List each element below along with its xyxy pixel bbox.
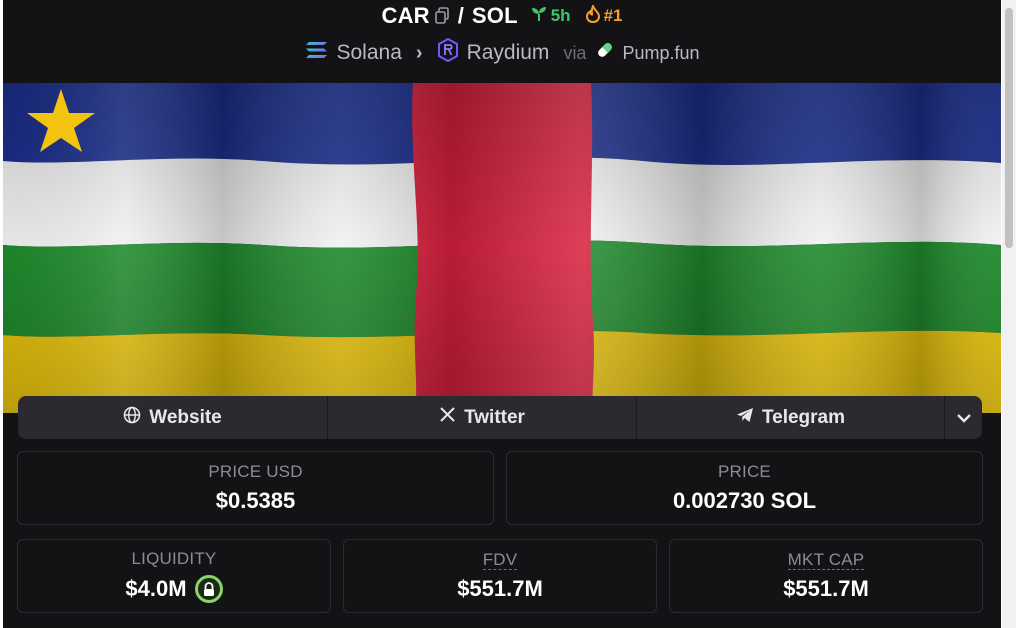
price-usd-label: PRICE USD bbox=[208, 462, 303, 481]
chevron-down-icon bbox=[956, 407, 972, 429]
pair-age: 5h bbox=[550, 6, 571, 25]
market-cap-card: MKT CAP $551.7M bbox=[669, 539, 983, 613]
scrollbar[interactable] bbox=[1002, 0, 1016, 628]
price-usd-value: $0.5385 bbox=[215, 488, 296, 513]
chevron-right-icon: › bbox=[415, 41, 423, 64]
price-native-label: PRICE bbox=[718, 462, 771, 481]
base-symbol: CAR bbox=[381, 3, 430, 28]
more-links-button[interactable] bbox=[945, 396, 982, 439]
copy-icon[interactable] bbox=[434, 7, 450, 25]
pair-header: CAR / SOL 5h #1 Solana › Raydium via Pum… bbox=[3, 0, 1001, 83]
website-button[interactable]: Website bbox=[18, 396, 328, 439]
lock-icon[interactable] bbox=[194, 575, 223, 603]
pill-icon bbox=[596, 41, 614, 65]
price-native-card: PRICE 0.002730 SOL bbox=[506, 451, 983, 525]
website-label: Website bbox=[149, 406, 222, 428]
fdv-card: FDV $551.7M bbox=[343, 539, 657, 613]
liquidity-label: LIQUIDITY bbox=[131, 549, 217, 568]
pair-age-badge: 5h bbox=[530, 6, 571, 27]
price-usd-card: PRICE USD $0.5385 bbox=[17, 451, 494, 525]
globe-icon bbox=[123, 406, 141, 430]
social-links-bar: Website Twitter Telegram bbox=[18, 396, 982, 439]
dex-name[interactable]: Raydium bbox=[467, 41, 550, 65]
market-cap-label[interactable]: MKT CAP bbox=[787, 550, 865, 570]
telegram-icon bbox=[736, 407, 754, 429]
launchpad-name[interactable]: Pump.fun bbox=[622, 43, 699, 64]
pair-title-row: CAR / SOL 5h #1 bbox=[3, 2, 1001, 28]
pair-separator: / bbox=[457, 3, 464, 28]
scrollbar-thumb[interactable] bbox=[1005, 8, 1013, 248]
solana-icon bbox=[305, 40, 329, 66]
liquidity-value: $4.0M bbox=[125, 576, 187, 601]
seedling-icon bbox=[530, 6, 548, 27]
flame-icon bbox=[585, 2, 601, 28]
breadcrumb: Solana › Raydium via Pump.fun bbox=[3, 37, 1001, 68]
fdv-label[interactable]: FDV bbox=[482, 550, 518, 570]
quote-symbol: SOL bbox=[471, 3, 518, 28]
via-label: via bbox=[563, 42, 587, 63]
chain-name[interactable]: Solana bbox=[337, 41, 402, 65]
liquidity-value-row: $4.0M bbox=[125, 575, 223, 603]
price-native-value: 0.002730 SOL bbox=[672, 488, 817, 513]
twitter-label: Twitter bbox=[464, 406, 525, 428]
telegram-label: Telegram bbox=[761, 406, 846, 428]
trending-rank: #1 bbox=[603, 6, 623, 25]
telegram-button[interactable]: Telegram bbox=[637, 396, 945, 439]
trending-rank-badge[interactable]: #1 bbox=[585, 2, 623, 28]
token-banner-image bbox=[3, 83, 1001, 413]
x-icon bbox=[439, 406, 456, 429]
fdv-value: $551.7M bbox=[457, 575, 543, 601]
token-pair-panel: CAR / SOL 5h #1 Solana › Raydium via Pum… bbox=[3, 0, 1001, 628]
twitter-button[interactable]: Twitter bbox=[328, 396, 637, 439]
market-cap-value: $551.7M bbox=[783, 575, 869, 601]
raydium-icon bbox=[437, 37, 459, 68]
liquidity-card: LIQUIDITY $4.0M bbox=[17, 539, 331, 613]
